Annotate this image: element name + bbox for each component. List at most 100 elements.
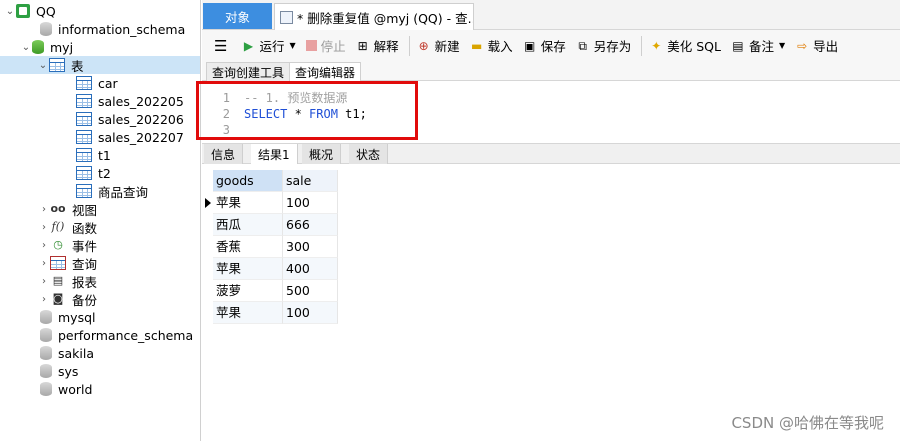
- export-button[interactable]: ⇨ 导出: [795, 36, 838, 55]
- table-row[interactable]: 香蕉 300: [202, 236, 338, 258]
- tree-folder-reports[interactable]: › ▤ 报表: [38, 272, 97, 290]
- table-row[interactable]: 苹果 100: [202, 192, 338, 214]
- tree-db-label: information_schema: [58, 21, 186, 37]
- tree-db-mysql[interactable]: mysql: [40, 308, 96, 326]
- table-row[interactable]: 西瓜 666: [202, 214, 338, 236]
- tree-table-item[interactable]: sales_202207: [76, 128, 184, 146]
- row-marker: [202, 236, 213, 258]
- navigator-tree: ⌄ QQ information_schema ⌄ myj ⌄ 表 car sa…: [0, 0, 201, 441]
- tab-result1[interactable]: 结果1: [251, 144, 298, 164]
- table-cell[interactable]: 400: [283, 258, 338, 280]
- table-icon: [76, 76, 92, 90]
- tab-query-editor[interactable]: 查询编辑器: [289, 62, 362, 81]
- tree-folder-queries[interactable]: › 查询: [38, 254, 97, 272]
- load-label: 载入: [487, 39, 513, 54]
- table-icon: [76, 184, 92, 198]
- tree-connection[interactable]: ⌄ QQ: [4, 2, 56, 20]
- table-row[interactable]: 苹果 100: [202, 302, 338, 324]
- tree-tables-folder[interactable]: ⌄ 表: [0, 56, 200, 74]
- table-cell[interactable]: 苹果: [213, 302, 283, 324]
- tree-db-world[interactable]: world: [40, 380, 92, 398]
- table-cell[interactable]: 香蕉: [213, 236, 283, 258]
- load-button[interactable]: ▬ 载入: [470, 36, 513, 55]
- table-cell[interactable]: 苹果: [213, 258, 283, 280]
- explain-icon: ⊞: [357, 38, 368, 53]
- tab-status[interactable]: 状态: [349, 144, 389, 164]
- table-cell[interactable]: 500: [283, 280, 338, 302]
- beautify-sql-button[interactable]: ✦ 美化 SQL: [649, 36, 721, 55]
- query-toolbar: ☰ ▶ 运行 ▼ 停止 ⊞ 解释 ⊕ 新建 ▬ 载入 ▣ 保存 ⧉ 另存为 ✦ …: [202, 30, 900, 61]
- tree-db-myj[interactable]: ⌄ myj: [20, 38, 73, 56]
- collapse-arrow-icon[interactable]: ›: [38, 258, 50, 269]
- row-marker: [202, 170, 213, 192]
- expand-arrow-icon[interactable]: ⌄: [4, 6, 16, 17]
- column-header[interactable]: goods: [213, 170, 283, 192]
- expand-arrow-icon[interactable]: ⌄: [20, 42, 32, 53]
- glasses-icon: oo: [50, 202, 66, 215]
- comment-button[interactable]: ▤ 备注 ▼: [731, 36, 785, 55]
- tree-db-performance-schema[interactable]: performance_schema: [40, 326, 193, 344]
- stop-label: 停止: [320, 39, 346, 54]
- stop-button[interactable]: 停止: [305, 36, 346, 55]
- table-cell[interactable]: 菠萝: [213, 280, 283, 302]
- tree-folder-events[interactable]: › ◷ 事件: [38, 236, 97, 254]
- save-as-button[interactable]: ⧉ 另存为: [576, 36, 632, 55]
- save-button[interactable]: ▣ 保存: [523, 36, 566, 55]
- tab-overview[interactable]: 概况: [302, 144, 342, 164]
- tree-folder-views[interactable]: › oo 视图: [38, 200, 97, 218]
- column-header[interactable]: sale: [283, 170, 338, 192]
- tab-query-builder[interactable]: 查询创建工具: [206, 62, 291, 81]
- table-icon: [76, 148, 92, 162]
- function-icon: f(): [51, 220, 65, 233]
- table-cell[interactable]: 100: [283, 302, 338, 324]
- result-tabs: 信息 结果1 概况 状态: [202, 143, 900, 164]
- save-as-label: 另存为: [593, 39, 632, 54]
- tree-connection-label: QQ: [36, 3, 56, 19]
- expand-arrow-icon[interactable]: ⌄: [37, 60, 49, 71]
- table-row[interactable]: 菠萝 500: [202, 280, 338, 302]
- table-icon: [76, 94, 92, 108]
- tree-folder-backups[interactable]: › ◙ 备份: [38, 290, 97, 308]
- tree-table-label: sales_202205: [98, 93, 184, 109]
- tab-objects[interactable]: 对象: [203, 3, 272, 29]
- tree-db-sakila[interactable]: sakila: [40, 344, 94, 362]
- tree-folder-label: 查询: [72, 256, 98, 272]
- table-cell[interactable]: 100: [283, 192, 338, 214]
- tab-info[interactable]: 信息: [204, 144, 244, 164]
- table-row[interactable]: 苹果 400: [202, 258, 338, 280]
- tree-table-item[interactable]: sales_202205: [76, 92, 184, 110]
- tab-query[interactable]: * 删除重复值 @myj (QQ) - 查...: [274, 3, 474, 30]
- row-marker: [202, 302, 213, 324]
- table-cell[interactable]: 苹果: [213, 192, 283, 214]
- table-cell[interactable]: 300: [283, 236, 338, 258]
- dropdown-arrow-icon[interactable]: ▼: [779, 41, 785, 50]
- menu-button[interactable]: ☰: [214, 37, 227, 55]
- tree-folder-functions[interactable]: › f() 函数: [38, 218, 97, 236]
- new-button[interactable]: ⊕ 新建: [417, 36, 460, 55]
- table-icon: [76, 130, 92, 144]
- row-marker: [202, 214, 213, 236]
- run-button[interactable]: ▶ 运行 ▼: [241, 36, 296, 55]
- table-cell[interactable]: 666: [283, 214, 338, 236]
- tree-db-sys[interactable]: sys: [40, 362, 78, 380]
- query-icon: [50, 256, 66, 270]
- explain-label: 解释: [373, 39, 399, 54]
- database-icon: [40, 364, 52, 378]
- tree-table-item[interactable]: t2: [76, 164, 111, 182]
- tree-table-label: 商品查询: [98, 184, 149, 200]
- explain-button[interactable]: ⊞ 解释: [356, 36, 399, 55]
- tree-table-item[interactable]: 商品查询: [76, 182, 148, 200]
- collapse-arrow-icon[interactable]: ›: [38, 204, 50, 215]
- collapse-arrow-icon[interactable]: ›: [38, 294, 50, 305]
- tree-table-item[interactable]: t1: [76, 146, 111, 164]
- tree-db-label: mysql: [58, 309, 96, 325]
- database-icon: [40, 382, 52, 396]
- collapse-arrow-icon[interactable]: ›: [38, 240, 50, 251]
- dropdown-arrow-icon[interactable]: ▼: [289, 41, 295, 50]
- tree-table-item[interactable]: car: [76, 74, 118, 92]
- collapse-arrow-icon[interactable]: ›: [38, 276, 50, 287]
- collapse-arrow-icon[interactable]: ›: [38, 222, 50, 233]
- tree-db-information-schema[interactable]: information_schema: [40, 20, 185, 38]
- table-cell[interactable]: 西瓜: [213, 214, 283, 236]
- tree-table-item[interactable]: sales_202206: [76, 110, 184, 128]
